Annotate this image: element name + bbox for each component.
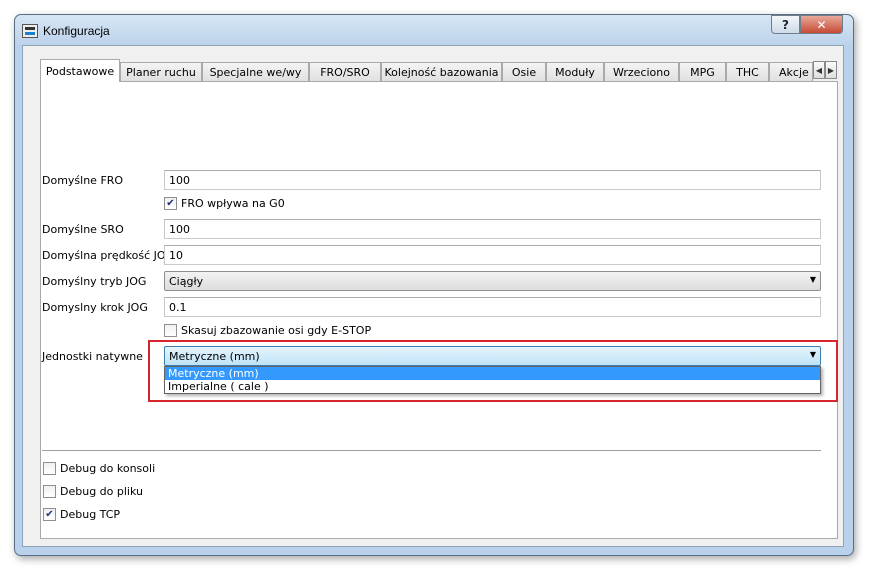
chevron-down-icon: ▼ bbox=[809, 350, 816, 359]
tab-kolejnosc-bazowania[interactable]: Kolejność bazowania bbox=[381, 62, 502, 81]
tab-moduly[interactable]: Moduły bbox=[546, 62, 604, 81]
tab-akcje[interactable]: Akcje bbox=[769, 62, 813, 81]
jog-mode-select[interactable]: Ciągły ▼ bbox=[164, 271, 821, 291]
units-select[interactable]: Metryczne (mm) ▼ bbox=[164, 346, 821, 366]
jog-step-input[interactable]: 0.1 bbox=[164, 297, 821, 317]
tab-osie[interactable]: Osie bbox=[502, 62, 546, 81]
window-title: Konfiguracja bbox=[43, 24, 110, 38]
units-label: Jednostki natywne bbox=[42, 350, 143, 363]
sro-input[interactable]: 100 bbox=[164, 219, 821, 239]
close-button[interactable]: ✕ bbox=[800, 15, 843, 34]
tab-specjalne-we-wy[interactable]: Specjalne we/wy bbox=[202, 62, 309, 81]
debug-file-checkbox[interactable] bbox=[43, 485, 56, 498]
tab-scroll-right-icon[interactable]: ▶ bbox=[825, 61, 837, 79]
fro-input[interactable]: 100 bbox=[164, 170, 821, 190]
tab-scroll-left-icon[interactable]: ◀ bbox=[813, 61, 825, 79]
help-button[interactable]: ? bbox=[771, 15, 800, 34]
jog-step-label: Domyslny krok JOG bbox=[42, 301, 148, 314]
chevron-down-icon: ▼ bbox=[809, 275, 816, 284]
units-option-imperial[interactable]: Imperialne ( cale ) bbox=[165, 380, 820, 393]
tab-podstawowe[interactable]: Podstawowe bbox=[40, 59, 120, 82]
tab-bar: Podstawowe Planer ruchu Specjalne we/wy … bbox=[40, 59, 838, 82]
units-value: Metryczne (mm) bbox=[169, 350, 260, 363]
debug-console-label: Debug do konsoli bbox=[60, 462, 156, 475]
estop-label: Skasuj zbazowanie osi gdy E-STOP bbox=[181, 324, 372, 337]
app-icon bbox=[22, 24, 38, 38]
jog-speed-label: Domyślna prędkość JOG bbox=[42, 249, 175, 262]
tab-mpg[interactable]: MPG bbox=[679, 62, 726, 81]
fro-g0-label: FRO wpływa na G0 bbox=[181, 197, 285, 210]
units-option-metric[interactable]: Metryczne (mm) bbox=[165, 367, 820, 380]
fro-g0-checkbox[interactable]: ✔ bbox=[164, 197, 177, 210]
tab-fro-sro[interactable]: FRO/SRO bbox=[309, 62, 381, 81]
sro-label: Domyślne SRO bbox=[42, 223, 124, 236]
fro-label: Domyślne FRO bbox=[42, 174, 124, 187]
separator-line bbox=[42, 450, 821, 452]
debug-tcp-label: Debug TCP bbox=[60, 508, 121, 521]
units-dropdown-list: Metryczne (mm) Imperialne ( cale ) bbox=[164, 366, 821, 394]
tab-planer-ruchu[interactable]: Planer ruchu bbox=[120, 62, 202, 81]
tab-thc[interactable]: THC bbox=[726, 62, 769, 81]
title-bar[interactable]: Konfiguracja ? ✕ bbox=[15, 15, 853, 45]
estop-checkbox[interactable] bbox=[164, 324, 177, 337]
jog-speed-input[interactable]: 10 bbox=[164, 245, 821, 265]
tab-wrzeciono[interactable]: Wrzeciono bbox=[604, 62, 679, 81]
debug-tcp-checkbox[interactable]: ✔ bbox=[43, 508, 56, 521]
debug-console-checkbox[interactable] bbox=[43, 462, 56, 475]
jog-mode-label: Domyślny tryb JOG bbox=[42, 275, 147, 288]
jog-mode-value: Ciągły bbox=[169, 275, 204, 288]
debug-file-label: Debug do pliku bbox=[60, 485, 143, 498]
